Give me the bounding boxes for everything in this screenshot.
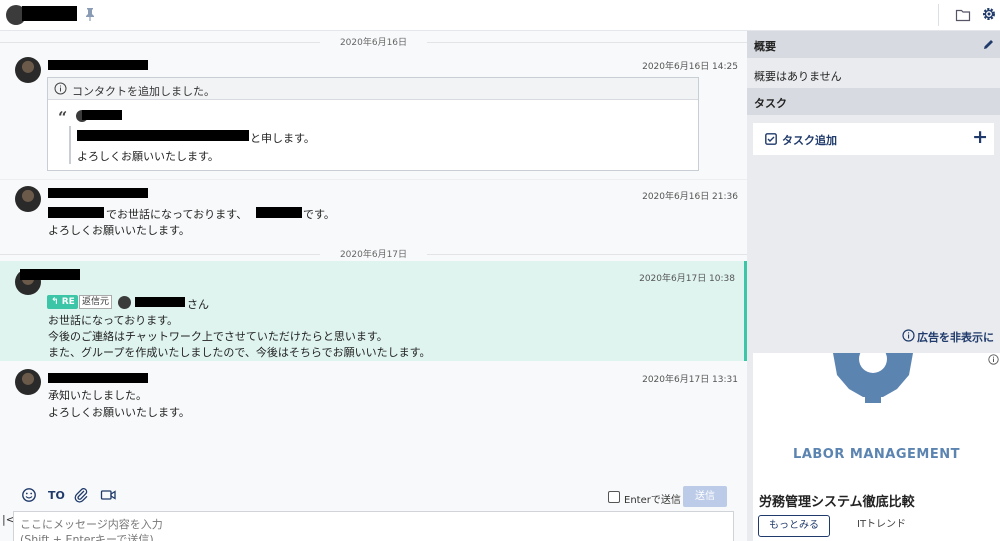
message-line: です。	[303, 208, 335, 221]
header-divider	[938, 4, 939, 26]
reply-avatar	[118, 296, 131, 309]
reply-suffix: さん	[187, 298, 209, 311]
room-header	[0, 0, 1000, 31]
add-task-plus-icon[interactable]: +	[972, 126, 988, 148]
message-line: でお世話になっております、	[106, 208, 248, 221]
message-time: 2020年6月17日 10:38	[639, 274, 735, 284]
message-line: 今後のご連絡はチャットワーク上でさせていただけたらと思います。	[48, 330, 388, 343]
attach-file-icon[interactable]	[73, 487, 89, 503]
message-time: 2020年6月16日 14:25	[642, 62, 738, 72]
message-line: よろしくお願いいたします。	[48, 406, 190, 419]
avatar[interactable]	[15, 57, 41, 83]
message-item-highlighted[interactable]: 2020年6月17日 10:38 ↰ RE 返信元 さん お世話になっております…	[0, 261, 747, 361]
to-button[interactable]: TO	[48, 489, 65, 505]
sender-name-redaction	[48, 60, 148, 70]
summary-title: 概要	[754, 40, 776, 53]
date-separator: 2020年6月16日	[0, 35, 747, 49]
enter-to-send-checkbox[interactable]	[608, 491, 620, 503]
enter-to-send-label: Enterで送信	[624, 495, 681, 506]
right-sidebar: 概要 概要はありません タスク タスク追加 + 広告を非表示に LABOR MA…	[747, 31, 1000, 541]
emoji-icon[interactable]	[21, 487, 37, 503]
pin-icon[interactable]	[84, 7, 96, 21]
ad-source: ITトレンド	[857, 519, 907, 530]
folder-icon[interactable]	[955, 7, 971, 23]
info-icon	[54, 82, 67, 95]
ad-banner[interactable]: LABOR MANAGEMENT 労務管理システム徹底比較 もっとみる ITトレ…	[753, 353, 1000, 541]
gear-icon[interactable]	[981, 6, 997, 22]
avatar[interactable]	[15, 186, 41, 212]
quote-sender-redaction	[82, 110, 122, 120]
message-item[interactable]: 2020年6月17日 13:31 承知いたしました。 よろしくお願いいたします。	[0, 361, 747, 421]
summary-header: 概要	[747, 31, 1000, 58]
sender-name-redaction	[20, 269, 80, 280]
edit-pencil-icon[interactable]	[983, 39, 994, 50]
ad-title[interactable]: 労務管理システム徹底比較	[759, 491, 915, 510]
quote-bar	[69, 126, 71, 164]
sender-name-redaction	[48, 188, 148, 198]
ad-brand: LABOR MANAGEMENT	[793, 447, 960, 462]
message-line: よろしくお願いいたします。	[48, 224, 190, 237]
ad-choices-icon[interactable]	[988, 354, 999, 365]
message-line: また、グループを作成いたしましたので、今後はそちらでお願いいたします。	[48, 346, 431, 359]
message-line: 承知いたしました。	[48, 389, 147, 402]
contact-added-card: コンタクトを追加しました。 “ と申します。 よろしくお願いいたします。	[47, 77, 699, 171]
avatar[interactable]	[15, 369, 41, 395]
info-header: コンタクトを追加しました。	[48, 78, 698, 100]
task-header: タスク	[747, 88, 1000, 115]
room-title-redaction	[22, 6, 77, 21]
reply-tag[interactable]: ↰ RE	[47, 295, 78, 309]
date-separator: 2020年6月17日	[0, 247, 747, 261]
quote-line: よろしくお願いいたします。	[77, 150, 219, 163]
reply-source-button[interactable]: 返信元	[79, 295, 112, 309]
checkbox-icon	[765, 133, 777, 145]
add-task-label[interactable]: タスク追加	[782, 132, 837, 148]
summary-text: 概要はありません	[754, 70, 842, 83]
message-line: お世話になっております。	[48, 314, 179, 327]
gear-illustration-icon	[833, 353, 913, 403]
message-item[interactable]: 2020年6月16日 21:36 でお世話になっております、 です。 よろしくお…	[0, 179, 747, 244]
ad-more-button[interactable]: もっとみる	[758, 515, 830, 537]
quote-redaction	[77, 130, 249, 141]
reply-name-redaction	[135, 297, 185, 307]
text-redaction	[256, 207, 302, 218]
message-time: 2020年6月17日 13:31	[642, 375, 738, 385]
text-redaction	[48, 207, 104, 218]
quote-line: と申します。	[250, 132, 315, 145]
hide-ad-link[interactable]: 広告を非表示に	[917, 329, 994, 345]
reply-tag-label: RE	[61, 297, 75, 307]
video-call-icon[interactable]	[100, 487, 117, 503]
send-button[interactable]: 送信	[683, 486, 727, 507]
add-task-row[interactable]: タスク追加 +	[753, 123, 994, 155]
chat-timeline[interactable]: 2020年6月16日 2020年6月16日 14:25 コンタクトを追加しました…	[0, 31, 747, 481]
task-title: タスク	[754, 97, 787, 110]
message-time: 2020年6月16日 21:36	[642, 192, 738, 202]
message-composer: TO Enterで送信 送信 |< ここにメッセージ内容を入力 (Shift +…	[0, 481, 747, 541]
message-input[interactable]: ここにメッセージ内容を入力 (Shift + Enterキーで送信)	[13, 511, 734, 541]
info-title: コンタクトを追加しました。	[72, 85, 215, 98]
info-icon[interactable]	[902, 329, 915, 342]
quote-icon: “	[58, 108, 68, 127]
sender-name-redaction	[48, 373, 148, 383]
message-item[interactable]: 2020年6月16日 14:25 コンタクトを追加しました。 “ と申します。 …	[0, 51, 747, 179]
